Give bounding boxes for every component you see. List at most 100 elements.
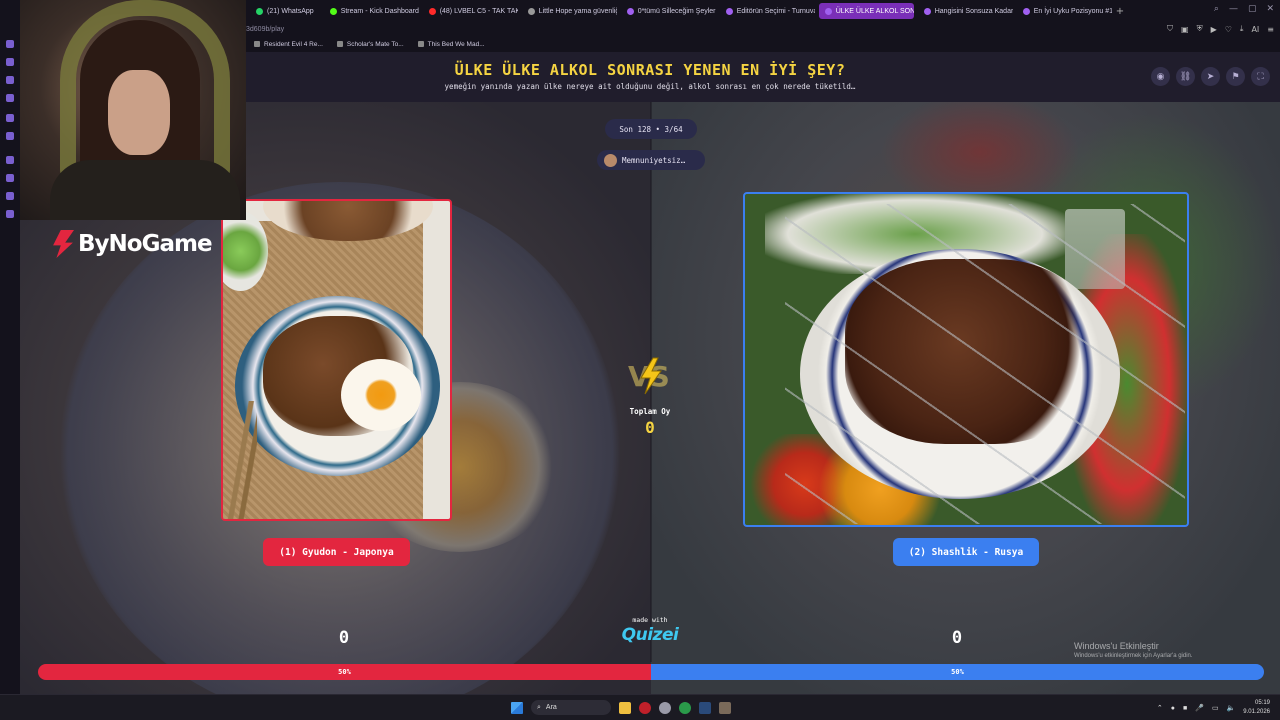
bookmark-item[interactable]: Scholar's Mate To... xyxy=(336,41,404,48)
history-icon[interactable] xyxy=(6,156,14,164)
windows-start-icon[interactable] xyxy=(511,701,523,714)
network-icon[interactable]: ▭ xyxy=(1212,704,1219,712)
heart-icon[interactable]: ♡ xyxy=(1225,25,1232,34)
link-icon[interactable]: ⛓ xyxy=(1176,67,1195,86)
cam-body xyxy=(50,160,240,220)
fullscreen-icon[interactable]: ⛶ xyxy=(1251,67,1270,86)
bookmark-item[interactable]: This Bed We Mad... xyxy=(417,40,485,48)
search-placeholder: Ara xyxy=(545,704,557,711)
close-icon[interactable]: ✕ xyxy=(1266,4,1274,14)
file-explorer-icon[interactable] xyxy=(619,701,631,714)
screenshot-icon[interactable]: ▣ xyxy=(1181,25,1189,34)
quizei-logo[interactable]: Quizei xyxy=(600,625,700,645)
volume-icon[interactable]: 🔈 xyxy=(1227,704,1236,712)
browser-tab[interactable]: Stream - Kick Dashboard xyxy=(324,3,419,19)
total-votes-label: Toplam Oy xyxy=(629,407,671,416)
chevron-up-icon[interactable]: ⌃ xyxy=(1157,704,1163,712)
bookmark-label: This Bed We Mad... xyxy=(427,40,485,48)
extensions-icon[interactable] xyxy=(6,192,14,200)
activation-subtitle: Windows'u etkinleştirmek için Ayarlar'a … xyxy=(1074,653,1193,659)
game-app-icon[interactable] xyxy=(719,701,731,714)
activation-title: Windows'u Etkinleştir xyxy=(1074,641,1159,651)
xbox-icon[interactable] xyxy=(679,701,691,714)
tab-label: (48) LVBEL C5 - TAK TAK xyxy=(439,7,518,15)
browser-tab[interactable]: ÜLKE ÜLKE ALKOL SONRASI xyxy=(818,3,914,19)
bookmarks-bar: Resident Evil 4 Re... Scholar's Mate To.… xyxy=(246,36,1280,52)
clock-time: 05:19 xyxy=(1254,700,1270,706)
tab-favicon-icon xyxy=(824,7,832,15)
twitch-icon[interactable] xyxy=(6,114,14,122)
mic-icon[interactable]: 🎤 xyxy=(1195,704,1204,712)
steam-icon[interactable] xyxy=(699,701,711,714)
browser-tab[interactable]: En İyi Uyku Pozisyonu #1 xyxy=(1017,3,1112,19)
address-text[interactable]: 3d609b/play xyxy=(246,26,284,33)
opera-tray-icon[interactable]: ● xyxy=(1171,705,1175,712)
bookmark-favicon-icon xyxy=(336,41,343,47)
left-choice-button[interactable]: (1) Gyudon - Japonya xyxy=(263,538,410,566)
tab-label: Stream - Kick Dashboard xyxy=(340,7,419,15)
bookmark-label: Resident Evil 4 Re... xyxy=(264,40,323,48)
window-controls: ⌕ — ▢ ✕ xyxy=(1214,4,1274,14)
total-votes-count: 0 xyxy=(645,418,655,437)
shield-icon[interactable] xyxy=(6,76,14,84)
clock-date: 9.01.2026 xyxy=(1243,709,1270,715)
left-progress-fill: 50% xyxy=(38,664,651,680)
downloads-icon[interactable] xyxy=(6,174,14,182)
tab-label: Little Hope yama güvenliği xyxy=(538,7,617,15)
discord-icon[interactable] xyxy=(6,132,14,140)
antivirus-icon[interactable]: ■ xyxy=(1183,705,1187,712)
clock[interactable]: 05:19 9.01.2026 xyxy=(1243,699,1270,717)
shield-icon[interactable]: ⛨ xyxy=(1197,24,1203,34)
tab-favicon-icon xyxy=(923,7,931,15)
browser-tab[interactable]: Editörün Seçimi - Turnuva xyxy=(720,3,815,19)
messenger-icon[interactable] xyxy=(6,40,14,48)
right-progress-fill: 50% xyxy=(651,664,1264,680)
tab-label: ÜLKE ÜLKE ALKOL SONRASI xyxy=(835,7,914,15)
search-icon[interactable]: ⌕ xyxy=(1214,4,1219,14)
tab-label: 0*tümü Silleceğim Şeyler xyxy=(637,7,716,15)
right-percent: 50% xyxy=(951,668,964,676)
chopsticks xyxy=(227,401,257,519)
flag-icon[interactable]: ⚑ xyxy=(1226,67,1245,86)
maximize-icon[interactable]: ▢ xyxy=(1248,4,1257,14)
pinboard-icon[interactable] xyxy=(6,94,14,102)
obs-icon[interactable] xyxy=(659,701,671,714)
vs-lightning-icon: VS xyxy=(628,357,670,395)
share-icon[interactable]: ➤ xyxy=(1201,67,1220,86)
address-bar[interactable]: 3d609b/play xyxy=(246,22,1280,36)
bookmark-item[interactable]: Resident Evil 4 Re... xyxy=(254,41,323,48)
opera-icon[interactable] xyxy=(639,701,651,714)
webcam-overlay xyxy=(20,0,246,220)
right-score: 0 xyxy=(951,628,963,648)
menu-icon[interactable]: ≡ xyxy=(1267,25,1274,34)
bookmark-icon[interactable]: ⛉ xyxy=(1167,24,1173,34)
header-actions: ◉ ⛓ ➤ ⚑ ⛶ xyxy=(1151,67,1270,86)
browser-tab[interactable]: Little Hope yama güvenliği xyxy=(522,3,617,19)
browser-tab[interactable]: (48) LVBEL C5 - TAK TAK xyxy=(423,3,518,19)
new-tab-button[interactable]: + xyxy=(1116,6,1124,17)
right-choice-button[interactable]: (2) Shashlik - Rusya xyxy=(893,538,1039,566)
tab-favicon-icon xyxy=(256,7,263,15)
eye-icon[interactable]: ◉ xyxy=(1151,67,1170,86)
tab-favicon-icon xyxy=(626,7,634,15)
tab-favicon-icon xyxy=(329,7,337,15)
browser-tab[interactable]: (21) WhatsApp xyxy=(250,3,320,19)
windows-taskbar: ⌕ Ara ⌃ ● ■ 🎤 ▭ 🔈 05:19 9.01.2026 xyxy=(0,694,1280,720)
play-icon[interactable]: ▶ xyxy=(1211,25,1217,34)
browser-toolbar: ⛉ ▣ ⛨ ▶ ♡ ⤓ AI ≡ xyxy=(1167,22,1274,36)
user-name: Memnuniyetsiz… xyxy=(622,155,686,165)
right-choice-image[interactable] xyxy=(743,192,1189,527)
user-badge[interactable]: Memnuniyetsiz… xyxy=(597,150,705,170)
download-icon[interactable]: ⤓ xyxy=(1240,24,1244,34)
minimize-icon[interactable]: — xyxy=(1229,4,1238,14)
tab-label: Editörün Seçimi - Turnuva xyxy=(736,7,815,15)
avatar xyxy=(604,153,617,167)
browser-tab[interactable]: 0*tümü Silleceğim Şeyler xyxy=(621,3,716,19)
taskbar-search[interactable]: ⌕ Ara xyxy=(531,700,611,715)
instagram-icon[interactable] xyxy=(6,58,14,66)
left-choice-image[interactable] xyxy=(221,199,452,521)
settings-icon[interactable] xyxy=(6,210,14,218)
cam-face xyxy=(108,70,170,155)
ai-button[interactable]: AI xyxy=(1251,25,1259,34)
browser-tab[interactable]: Hangisini Sonsuza Kadar xyxy=(918,3,1013,19)
